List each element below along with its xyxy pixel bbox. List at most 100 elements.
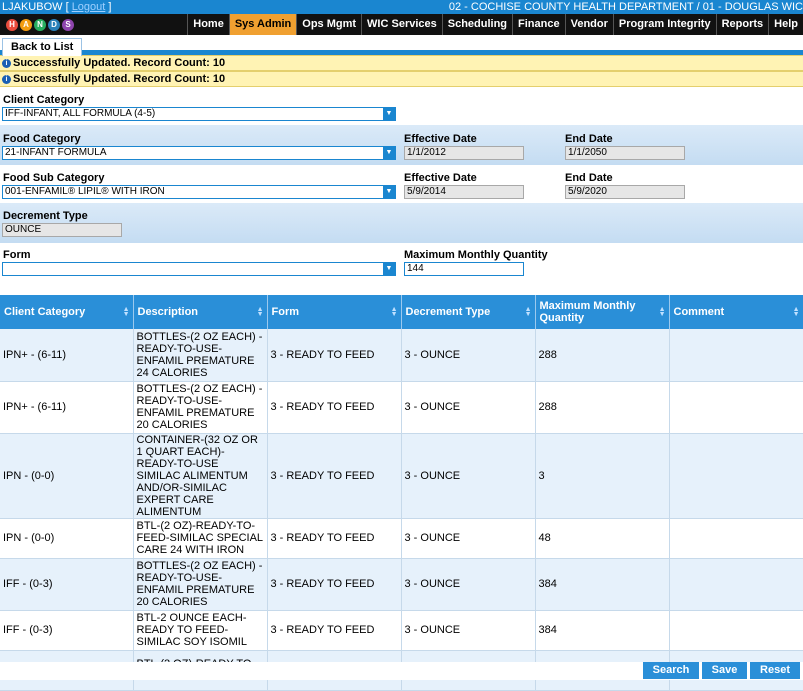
cell-comment <box>669 381 803 434</box>
nav-home[interactable]: Home <box>187 14 229 35</box>
table-row[interactable]: IFF - (0-3) BTL-2 OUNCE EACH-READY TO FE… <box>0 610 803 651</box>
cell-description: BTL-(2 OZ)-READY-TO-FEED-SIMILAC SPECIAL… <box>133 518 268 559</box>
logo-letter: D <box>48 18 60 31</box>
nav-wic-services[interactable]: WIC Services <box>361 14 442 35</box>
col-header-description[interactable]: Description ▲ ▼ <box>133 295 268 329</box>
sort-icon: ▲ ▼ <box>122 306 130 318</box>
end-date-label: End Date <box>565 172 613 184</box>
form-row: Form ▼ Maximum Monthly Quantity 144 <box>0 243 803 286</box>
nav-reports[interactable]: Reports <box>715 14 769 35</box>
client-category-row: Client Category IFF-INFANT, ALL FORMULA … <box>0 87 803 125</box>
client-category-select[interactable]: IFF-INFANT, ALL FORMULA (4-5) ▼ <box>2 107 396 121</box>
max-monthly-qty-label: Maximum Monthly Quantity <box>404 249 548 261</box>
nav-vendor[interactable]: Vendor <box>564 14 613 35</box>
chevron-down-icon: ▼ <box>383 186 395 198</box>
nav-help[interactable]: Help <box>768 14 803 35</box>
reset-button[interactable]: Reset <box>750 662 800 679</box>
info-icon: i <box>2 74 11 84</box>
cell-comment <box>669 610 803 651</box>
sort-icon: ▲ ▼ <box>658 306 666 318</box>
col-header-label: Maximum Monthly Quantity <box>539 300 636 324</box>
food-sub-category-value: 001-ENFAMIL® LIPIL® WITH IRON <box>5 186 165 197</box>
col-header-max-monthly-qty[interactable]: Maximum Monthly Quantity ▲ ▼ <box>535 295 670 329</box>
main-nav: H A N D S Home Sys Admin Ops Mgmt WIC Se… <box>0 14 803 35</box>
table-row[interactable]: IPN - (0-0) CONTAINER-(32 OZ OR 1 QUART … <box>0 433 803 519</box>
col-header-decrement-type[interactable]: Decrement Type ▲ ▼ <box>401 295 536 329</box>
cell-description: BOTTLES-(2 OZ EACH) -READY-TO-USE-ENFAMI… <box>133 329 268 382</box>
nav-ops-mgmt[interactable]: Ops Mgmt <box>296 14 361 35</box>
cell-max-qty: 288 <box>535 381 670 434</box>
hands-logo: H A N D S <box>6 14 86 35</box>
decrement-type-field: OUNCE <box>2 223 122 237</box>
decrement-type-row: Decrement Type OUNCE <box>0 203 803 243</box>
col-header-client-category[interactable]: Client Category ▲ ▼ <box>0 295 134 329</box>
form-select[interactable]: ▼ <box>2 262 396 276</box>
cell-max-qty: 288 <box>535 329 670 382</box>
sort-icon: ▲ ▼ <box>390 306 398 318</box>
table-row[interactable]: IPN+ - (6-11) BOTTLES-(2 OZ EACH) -READY… <box>0 329 803 382</box>
cell-description: BTL-2 OUNCE EACH-READY TO FEED-SIMILAC S… <box>133 610 268 651</box>
logo-letter: S <box>62 18 74 31</box>
max-monthly-qty-input[interactable]: 144 <box>404 262 524 276</box>
cell-decrement-type: 3 - OUNCE <box>401 381 536 434</box>
form-label: Form <box>3 249 31 261</box>
cell-client-category: IFF - (0-3) <box>0 558 134 611</box>
cell-form: 3 - READY TO FEED <box>267 610 402 651</box>
sort-icon: ▲ ▼ <box>256 306 264 318</box>
end-date-field: 5/9/2020 <box>565 185 685 199</box>
top-bar: LJAKUBOW [ Logout ] 02 - COCHISE COUNTY … <box>0 0 803 14</box>
food-sub-category-label: Food Sub Category <box>3 172 105 184</box>
nav-scheduling[interactable]: Scheduling <box>441 14 512 35</box>
cell-max-qty: 384 <box>535 610 670 651</box>
table-row[interactable]: IPN - (0-0) BTL-(2 OZ)-READY-TO-FEED-SIM… <box>0 518 803 559</box>
user-area: LJAKUBOW [ Logout ] <box>2 1 112 13</box>
effective-date-field: 5/9/2014 <box>404 185 524 199</box>
back-to-list-tab[interactable]: Back to List <box>2 38 83 56</box>
effective-date-label: Effective Date <box>404 172 477 184</box>
search-button[interactable]: Search <box>643 662 699 679</box>
cell-form: 3 - READY TO FEED <box>267 558 402 611</box>
sort-icon: ▲ ▼ <box>792 306 800 318</box>
success-message: i Successfully Updated. Record Count: 10 <box>0 71 803 87</box>
col-header-label: Description <box>137 306 199 318</box>
col-header-label: Client Category <box>4 306 86 318</box>
cell-form: 3 - READY TO FEED <box>267 518 402 559</box>
client-category-value: IFF-INFANT, ALL FORMULA (4-5) <box>5 108 156 119</box>
chevron-down-icon: ▼ <box>383 147 395 159</box>
cell-decrement-type: 3 - OUNCE <box>401 610 536 651</box>
table-row[interactable]: IPN+ - (6-11) BOTTLES-(2 OZ EACH) -READY… <box>0 381 803 434</box>
table-row[interactable]: IFF - (0-3) BOTTLES-(2 OZ EACH) -READY-T… <box>0 558 803 611</box>
cell-max-qty: 3 <box>535 433 670 519</box>
nav-finance[interactable]: Finance <box>512 14 565 35</box>
food-category-select[interactable]: 21-INFANT FORMULA ▼ <box>2 146 396 160</box>
col-header-label: Form <box>271 306 300 318</box>
food-category-label: Food Category <box>3 133 81 145</box>
col-header-comment[interactable]: Comment ▲ ▼ <box>669 295 803 329</box>
col-header-form[interactable]: Form ▲ ▼ <box>267 295 402 329</box>
cell-form: 3 - READY TO FEED <box>267 381 402 434</box>
cell-comment <box>669 433 803 519</box>
food-category-row: Food Category 21-INFANT FORMULA ▼ Effect… <box>0 125 803 165</box>
cell-decrement-type: 3 - OUNCE <box>401 518 536 559</box>
cell-comment <box>669 329 803 382</box>
nav-sys-admin[interactable]: Sys Admin <box>228 14 297 35</box>
cell-max-qty: 48 <box>535 518 670 559</box>
user-name: LJAKUBOW <box>2 1 63 13</box>
cell-comment <box>669 558 803 611</box>
cell-max-qty: 384 <box>535 558 670 611</box>
end-date-label: End Date <box>565 133 613 145</box>
effective-date-field: 1/1/2012 <box>404 146 524 160</box>
logo-letter: H <box>6 18 18 31</box>
sort-icon: ▲ ▼ <box>524 306 532 318</box>
cell-description: BOTTLES-(2 OZ EACH) -READY-TO-USE-ENFAMI… <box>133 381 268 434</box>
cell-client-category: IPN - (0-0) <box>0 433 134 519</box>
nav-program-integrity[interactable]: Program Integrity <box>612 14 716 35</box>
food-sub-category-select[interactable]: 001-ENFAMIL® LIPIL® WITH IRON ▼ <box>2 185 396 199</box>
logo-letter: A <box>20 18 32 31</box>
cell-decrement-type: 3 - OUNCE <box>401 433 536 519</box>
logout-link[interactable]: Logout <box>72 1 106 13</box>
cell-client-category: IPN+ - (6-11) <box>0 381 134 434</box>
tab-row: Back to List <box>0 35 803 56</box>
message-text: Successfully Updated. Record Count: 10 <box>13 57 226 69</box>
save-button[interactable]: Save <box>702 662 747 679</box>
